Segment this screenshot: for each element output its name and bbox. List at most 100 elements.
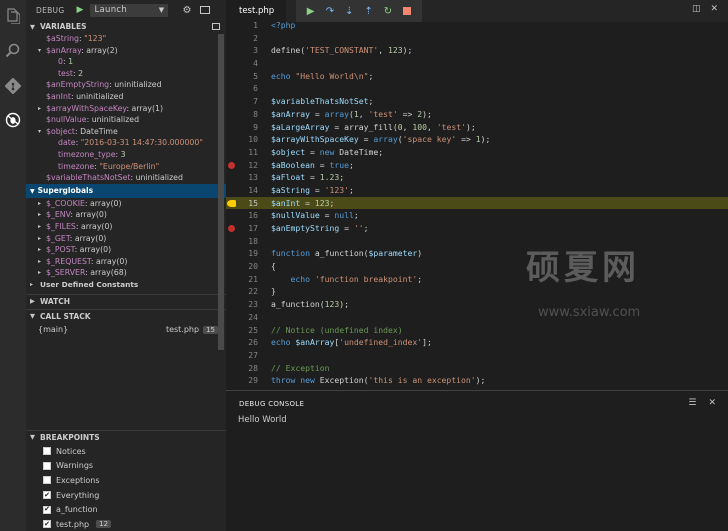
code-line[interactable]: 4 [226,57,728,70]
chevron-right-icon[interactable]: ▸ [38,198,41,210]
continue-icon[interactable]: ▶ [305,5,317,17]
close-editor-icon[interactable]: ✕ [710,4,718,14]
search-icon[interactable] [5,43,21,59]
code-line[interactable]: 23 a_function(123); [226,298,728,311]
code-line[interactable]: 1 <?php [226,19,728,32]
variable-row[interactable]: ▾ $anArray: array(2) [26,45,226,57]
step-over-icon[interactable]: ↷ [324,5,336,17]
code-line[interactable]: 19 function a_function($parameter) [226,247,728,260]
close-panel-icon[interactable]: ✕ [708,398,716,408]
variable-row[interactable]: test: 2 [26,68,226,80]
code-line[interactable]: 2 [226,32,728,45]
code-area[interactable]: 1 <?php 2 3 define('TEST_CONSTANT', 123); 4 5 e… [226,19,728,387]
breakpoint-checkbox[interactable] [43,461,51,470]
variable-row[interactable]: $anInt: uninitialized [26,91,226,103]
superglobal-row[interactable]: ▸ $_SERVER: array(68) [26,267,226,279]
breakpoint-checkbox[interactable]: ✔ [43,520,51,529]
code-line[interactable]: 15 $anInt = 123; [226,196,728,210]
code-line[interactable]: 9 $aLargeArray = array_fill(0, 100, 'test… [226,121,728,134]
superglobal-row[interactable]: ▸ $_REQUEST: array(0) [26,256,226,268]
restart-icon[interactable]: ↻ [382,5,394,17]
chevron-right-icon[interactable]: ▸ [38,256,41,268]
superglobal-value: array(0) [95,256,128,266]
variables-scrollbar[interactable] [218,34,224,350]
code-line[interactable]: 17 $anEmptyString = ''; [226,222,728,235]
breakpoint-checkbox[interactable]: ✔ [43,491,51,500]
breakpoint-checkbox[interactable] [43,476,51,485]
chevron-down-icon[interactable]: ▾ [38,126,41,138]
chevron-right-icon[interactable]: ▸ [38,221,41,233]
code-line[interactable]: 21 echo 'function breakpoint'; [226,273,728,286]
watch-section-header[interactable]: ▶ WATCH [26,294,226,308]
variable-row[interactable]: ▾ $object: DateTime [26,126,226,138]
code-line[interactable]: 16 $nullValue = null; [226,209,728,222]
code-line[interactable]: 14 $aString = '123'; [226,184,728,197]
breakpoints-section-header[interactable]: ▼ BREAKPOINTS [26,430,226,443]
user-defined-constants-scope[interactable]: ▸ User Defined Constants [26,279,226,291]
start-debugging-icon[interactable]: ▶ [76,5,86,15]
code-line[interactable]: 18 [226,235,728,248]
chevron-down-icon[interactable]: ▾ [38,45,41,57]
variable-row[interactable]: date: "2016-03-31 14:47:30.000000" [26,137,226,149]
gear-icon[interactable]: ⚙ [182,5,191,16]
variable-row[interactable]: timezone_type: 3 [26,149,226,161]
superglobal-row[interactable]: ▸ $_ENV: array(0) [26,209,226,221]
code-line[interactable]: 22} [226,285,728,298]
debug-icon[interactable] [5,112,21,128]
source-control-icon[interactable] [5,78,21,94]
code-line[interactable]: 8 $anArray = array(1, 'test' => 2); [226,108,728,121]
superglobal-row[interactable]: ▸ $_POST: array(0) [26,244,226,256]
variable-row[interactable]: ▸ $arrayWithSpaceKey: array(1) [26,103,226,115]
step-out-icon[interactable]: ⇡ [363,5,375,17]
code-line[interactable]: 3 define('TEST_CONSTANT', 123); [226,44,728,57]
breakpoint-item[interactable]: ✔ Everything [26,488,226,503]
stop-icon[interactable] [401,5,413,17]
code-line[interactable]: 25 // Notice (undefined index) [226,324,728,337]
code-line[interactable]: 11 $object = new DateTime; [226,146,728,159]
chevron-right-icon[interactable]: ▸ [38,267,41,279]
variable-row[interactable]: $variableThatsNotSet: uninitialized [26,172,226,184]
collapse-all-icon[interactable] [212,23,220,30]
variable-row[interactable]: $aString: "123" [26,33,226,45]
code-line[interactable]: 10 $arrayWithSpaceKey = array('space key'… [226,133,728,146]
code-line[interactable]: 6 [226,82,728,95]
call-stack-section-header[interactable]: ▼ CALL STACK [26,309,226,323]
breakpoint-item[interactable]: Exceptions [26,473,226,488]
debug-console-toggle-icon[interactable] [199,6,210,14]
clear-console-icon[interactable]: ☰ [688,398,696,408]
chevron-right-icon[interactable]: ▸ [38,233,41,245]
chevron-right-icon[interactable]: ▸ [38,244,41,256]
chevron-right-icon[interactable]: ▸ [38,103,41,115]
code-line[interactable]: 5 echo "Hello World\n"; [226,70,728,83]
code-line[interactable]: 27 [226,349,728,362]
code-line[interactable]: 13 $aFloat = 1.23; [226,171,728,184]
superglobals-scope[interactable]: ▼ Superglobals [26,183,226,198]
step-into-icon[interactable]: ⇣ [343,5,355,17]
variables-section-header[interactable]: ▼ VARIABLES [26,20,226,33]
chevron-right-icon[interactable]: ▸ [38,209,41,221]
variable-row[interactable]: 0: 1 [26,56,226,68]
split-editor-icon[interactable]: ◫ [692,4,701,14]
breakpoint-checkbox[interactable] [43,447,51,456]
breakpoint-item[interactable]: Warnings [26,459,226,474]
superglobal-row[interactable]: ▸ $_COOKIE: array(0) [26,198,226,210]
breakpoint-checkbox[interactable]: ✔ [43,505,51,514]
breakpoint-item[interactable]: ✔ test.php 12 [26,517,226,531]
breakpoint-item[interactable]: ✔ a_function [26,502,226,517]
variable-row[interactable]: timezone: "Europe/Berlin" [26,161,226,173]
superglobal-row[interactable]: ▸ $_FILES: array(0) [26,221,226,233]
variable-row[interactable]: $nullValue: uninitialized [26,114,226,126]
code-line[interactable]: 29 throw new Exception('this is an except… [226,374,728,387]
code-line[interactable]: 20 { [226,260,728,273]
code-line[interactable]: 7 $variableThatsNotSet; [226,95,728,108]
code-line[interactable]: 24 [226,311,728,324]
superglobal-row[interactable]: ▸ $_GET: array(0) [26,233,226,245]
variable-row[interactable]: $anEmptyString: uninitialized [26,79,226,91]
code-line[interactable]: 26 echo $anArray['undefined_index']; [226,336,728,349]
code-line[interactable]: 12 $aBoolean = true; [226,159,728,172]
explorer-icon[interactable] [5,8,21,24]
launch-config-select[interactable]: Launch ▼ [90,3,169,17]
call-stack-frame[interactable]: {main} test.php 15 [26,322,226,337]
code-line[interactable]: 28 // Exception [226,362,728,375]
breakpoint-item[interactable]: Notices [26,444,226,459]
